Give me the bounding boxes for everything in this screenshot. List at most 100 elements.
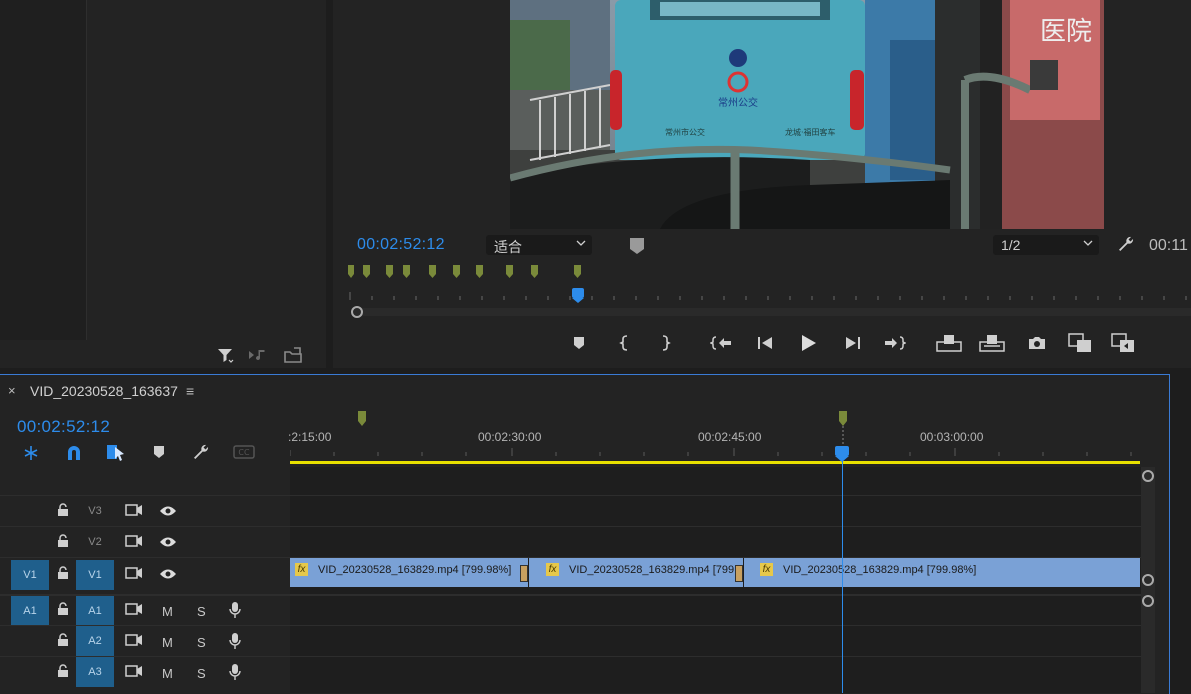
panel-menu-icon[interactable]: ≡ (186, 383, 194, 399)
play-icon[interactable] (795, 330, 821, 356)
track-name: V3 (88, 505, 102, 517)
scroll-handle-middle[interactable] (1142, 574, 1154, 586)
mark-out-icon[interactable] (652, 330, 678, 356)
sequence-tab-title[interactable]: VID_20230528_163637 (30, 383, 178, 399)
fx-badge: fx (760, 563, 773, 576)
lock-icon[interactable] (57, 503, 69, 517)
lift-icon[interactable] (936, 330, 962, 356)
transition-icon[interactable] (520, 565, 528, 582)
solo-button[interactable]: S (197, 635, 206, 650)
sync-lock-icon[interactable] (125, 504, 143, 516)
sync-lock-icon[interactable] (125, 603, 143, 615)
go-to-out-icon[interactable] (882, 330, 908, 356)
video-clip[interactable]: fx VID_20230528_163829.mp4 [799 (529, 558, 743, 587)
playhead-icon (835, 446, 849, 456)
sync-lock-icon[interactable] (125, 634, 143, 646)
microphone-icon[interactable] (229, 632, 241, 650)
wrench-icon[interactable] (192, 443, 210, 461)
ad-text: 医院 (1040, 17, 1092, 47)
svg-text:CC: CC (238, 448, 250, 457)
settings-marker-icon[interactable] (629, 237, 645, 255)
overwrite-icon[interactable] (1110, 330, 1136, 356)
camera-icon[interactable] (1024, 330, 1050, 356)
resolution-select-value: 1/2 (1001, 237, 1021, 253)
mark-in-icon[interactable] (612, 330, 638, 356)
marker-icon (358, 411, 366, 426)
microphone-icon[interactable] (229, 601, 241, 619)
sequence-timecode[interactable]: 00:02:52:12 (17, 417, 110, 437)
mute-button[interactable]: M (162, 604, 173, 619)
timeline-ruler[interactable] (290, 406, 1141, 468)
filter-icon[interactable] (216, 346, 234, 364)
lock-icon[interactable] (57, 664, 69, 678)
sync-lock-icon[interactable] (125, 567, 143, 579)
scroll-handle-top[interactable] (1142, 470, 1154, 482)
track-header-v2: V2 (0, 526, 290, 558)
new-bin-icon[interactable] (283, 346, 303, 364)
video-clip[interactable]: fx VID_20230528_163829.mp4 [799.98%] (290, 558, 528, 587)
track-header-v1: V1 V1 (0, 557, 290, 590)
automate-to-sequence-icon[interactable] (248, 347, 270, 363)
track-target-a2[interactable]: A2 (76, 626, 114, 656)
snap-icon[interactable] (65, 444, 83, 462)
project-list-area[interactable] (0, 0, 87, 340)
source-patch-a1[interactable]: A1 (11, 596, 49, 626)
lock-icon[interactable] (57, 602, 69, 616)
transition-icon[interactable] (735, 565, 743, 582)
lock-icon[interactable] (57, 566, 69, 580)
track-lane-v2[interactable] (290, 526, 1141, 558)
clip-label: VID_20230528_163829.mp4 [799.98%] (318, 564, 512, 576)
eye-icon[interactable] (159, 505, 177, 517)
track-lane-v3[interactable] (290, 495, 1141, 527)
go-to-in-icon[interactable] (708, 330, 734, 356)
chevron-down-icon (1083, 238, 1093, 248)
solo-button[interactable]: S (197, 666, 206, 681)
add-marker-icon[interactable] (566, 330, 592, 356)
fit-select[interactable]: 适合 (486, 235, 592, 255)
eye-icon[interactable] (159, 536, 177, 548)
microphone-icon[interactable] (229, 663, 241, 681)
extract-icon[interactable] (979, 330, 1005, 356)
step-forward-icon[interactable] (840, 330, 866, 356)
fit-select-value: 适合 (494, 239, 522, 255)
linked-selection-icon[interactable] (106, 444, 126, 462)
fx-badge: fx (546, 563, 559, 576)
insert-icon[interactable] (1067, 330, 1093, 356)
lock-icon[interactable] (57, 633, 69, 647)
add-marker-icon[interactable] (153, 445, 165, 459)
track-lane-a2[interactable] (290, 625, 1141, 657)
nest-toggle-icon[interactable] (22, 444, 40, 462)
sync-lock-icon[interactable] (125, 535, 143, 547)
resolution-select[interactable]: 1/2 (993, 235, 1099, 255)
track-target-a3[interactable]: A3 (76, 657, 114, 687)
project-panel (0, 0, 326, 368)
close-tab-icon[interactable]: × (8, 383, 16, 398)
captions-icon[interactable]: CC (233, 445, 255, 459)
track-header-a1: A1 A1 M S (0, 594, 290, 627)
monitor-time-ruler[interactable] (345, 262, 1191, 322)
video-clip[interactable]: fx VID_20230528_163829.mp4 [799.98%] (744, 558, 1140, 587)
track-lane-a3[interactable] (290, 656, 1141, 688)
track-lane-a1[interactable] (290, 594, 1141, 627)
duration-timecode: 00:11 (1149, 237, 1188, 254)
clip-label: VID_20230528_163829.mp4 [799.98%] (783, 564, 977, 576)
sync-lock-icon[interactable] (125, 665, 143, 677)
wrench-icon[interactable] (1117, 235, 1135, 253)
lock-icon[interactable] (57, 534, 69, 548)
playhead-line[interactable] (842, 461, 843, 693)
scroll-handle-bottom[interactable] (1142, 595, 1154, 607)
eye-icon[interactable] (159, 568, 177, 580)
step-back-icon[interactable] (752, 330, 778, 356)
bus-sign-text: 常州公交 (718, 96, 758, 109)
program-timecode[interactable]: 00:02:52:12 (357, 236, 445, 254)
solo-button[interactable]: S (197, 604, 206, 619)
bus-plate-right: 龙城·福田客车 (785, 127, 836, 137)
source-patch-v1[interactable]: V1 (11, 560, 49, 590)
track-header-a2: A2 M S (0, 625, 290, 657)
mute-button[interactable]: M (162, 666, 173, 681)
track-target-a1[interactable]: A1 (76, 596, 114, 626)
track-header-v3: V3 (0, 495, 290, 527)
work-area-bar (290, 461, 1140, 464)
track-target-v1[interactable]: V1 (76, 560, 114, 590)
mute-button[interactable]: M (162, 635, 173, 650)
